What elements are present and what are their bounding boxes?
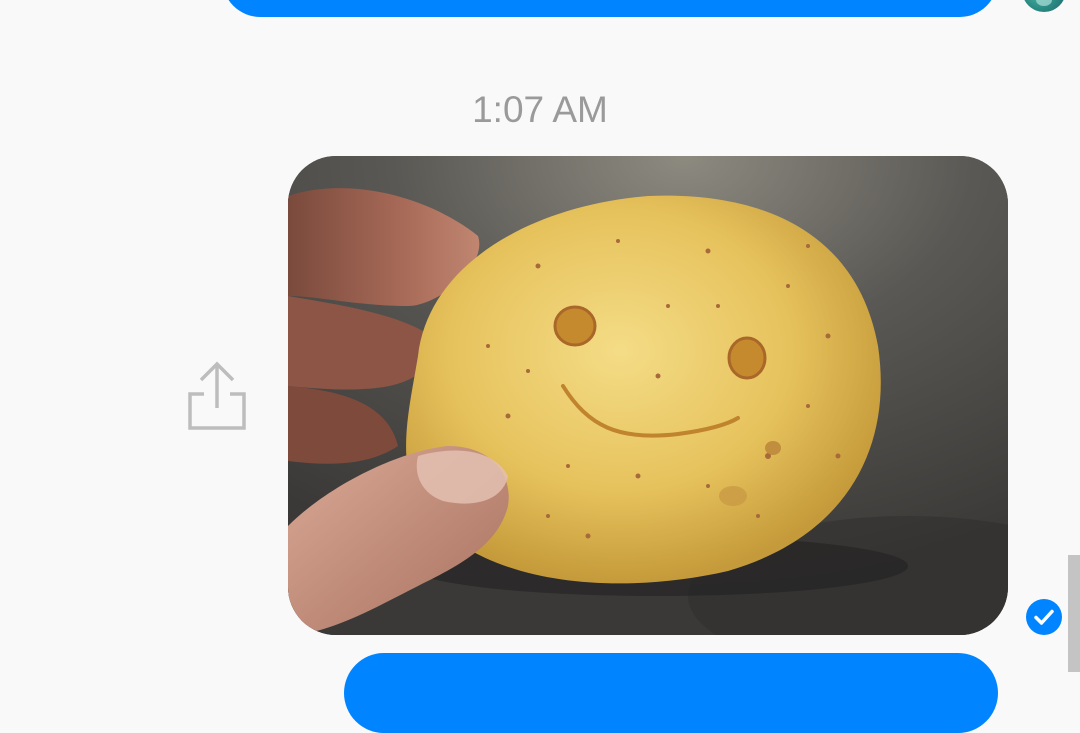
check-icon xyxy=(1026,599,1062,635)
sent-status-badge xyxy=(1026,599,1062,635)
smiley-potato-photo xyxy=(288,156,1008,635)
contact-avatar[interactable] xyxy=(1022,0,1066,12)
share-icon xyxy=(188,361,246,430)
avatar-detail xyxy=(1036,0,1052,6)
message-bubble-previous[interactable] xyxy=(222,0,998,17)
share-button[interactable] xyxy=(182,358,252,438)
message-bubble-next[interactable] xyxy=(344,653,998,733)
photo-message[interactable] xyxy=(288,156,1008,635)
scrollbar-thumb[interactable] xyxy=(1068,555,1080,672)
message-timestamp: 1:07 AM xyxy=(472,89,608,130)
